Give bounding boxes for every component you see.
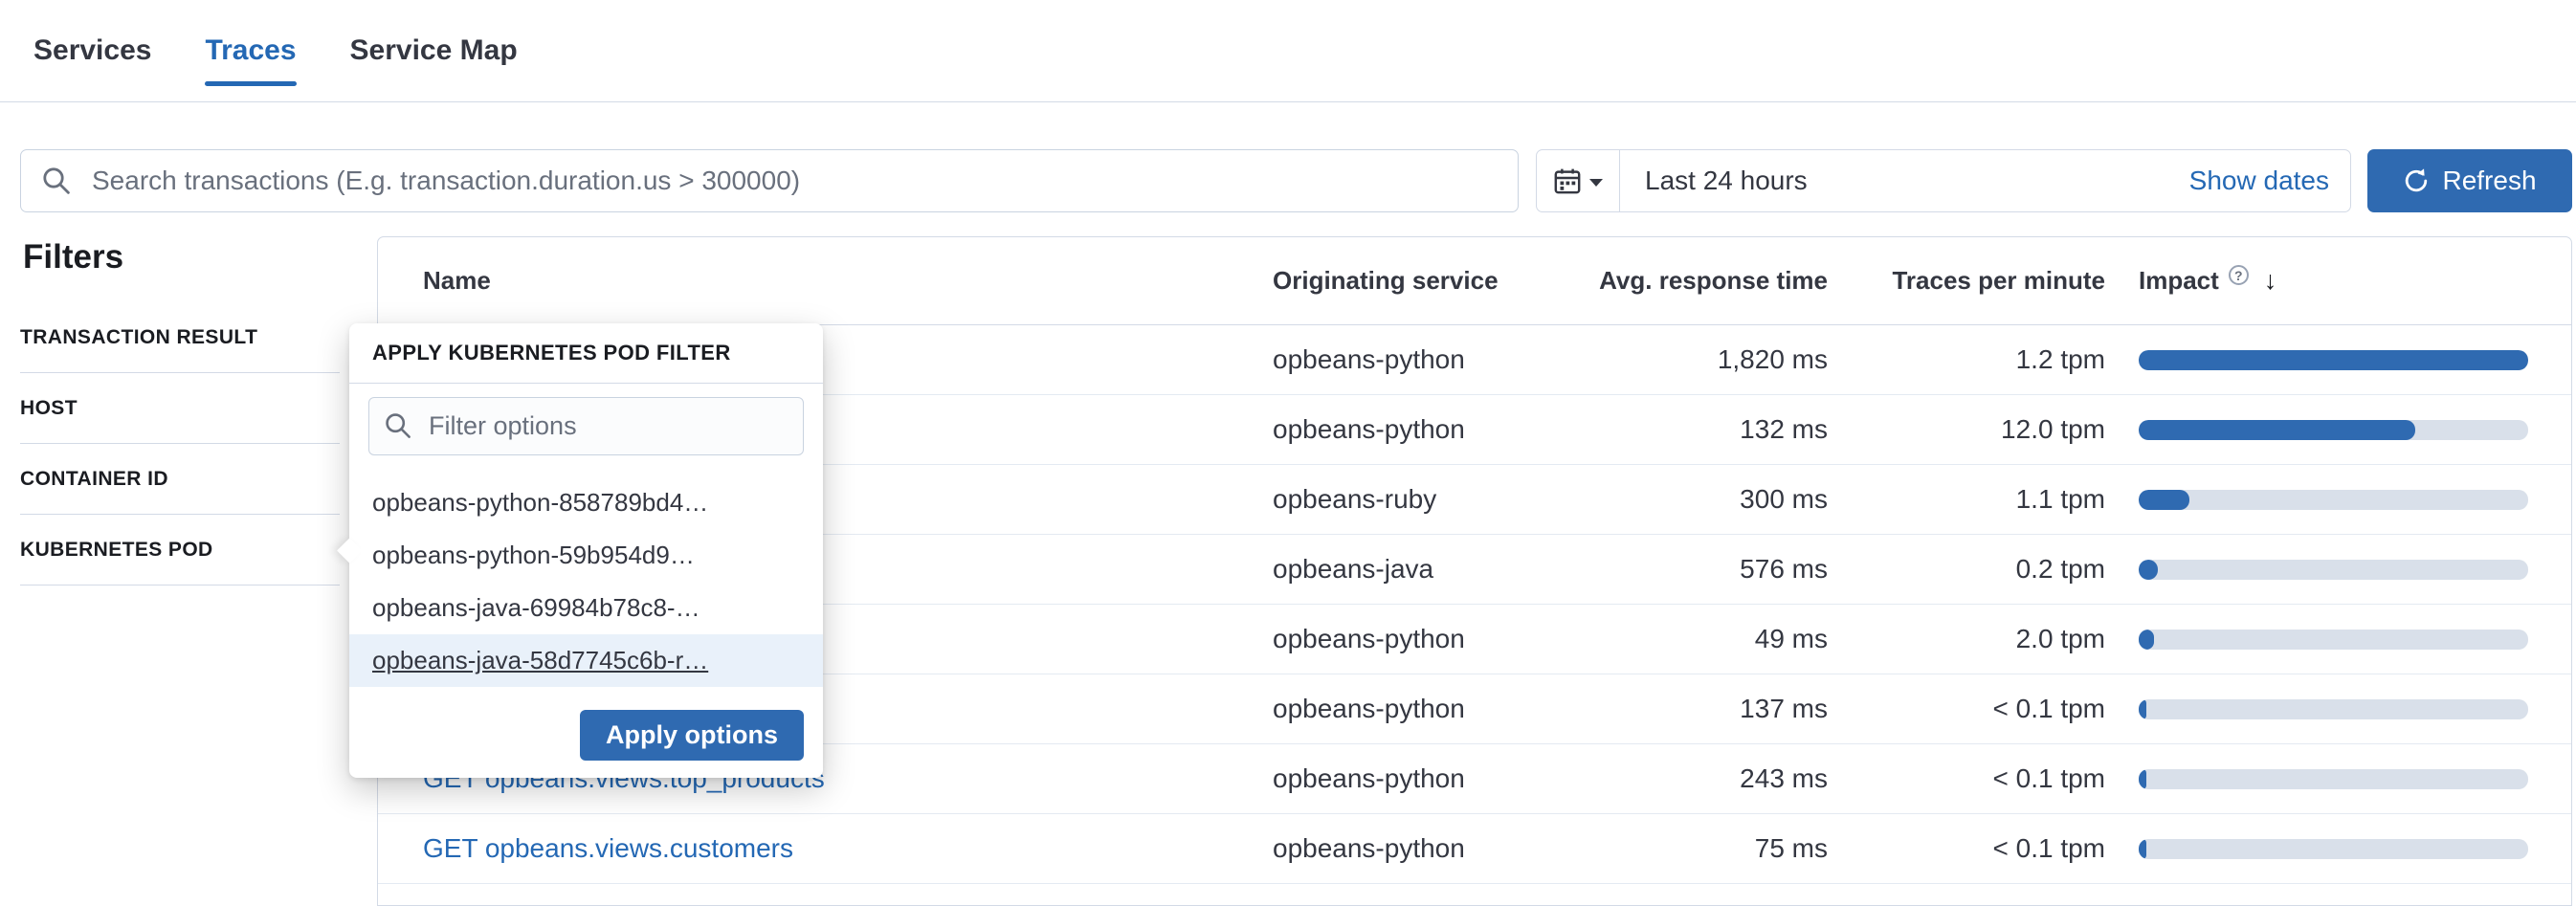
show-dates-link[interactable]: Show dates (2189, 150, 2350, 211)
refresh-button[interactable]: Refresh (2367, 149, 2572, 212)
impact-bar (2139, 560, 2528, 580)
impact-bar (2139, 699, 2528, 719)
apply-options-button[interactable]: Apply options (580, 710, 804, 761)
table-header: Name Originating service Avg. response t… (378, 237, 2571, 325)
filter-host[interactable]: HOST (20, 373, 340, 444)
filters-heading: Filters (23, 238, 123, 276)
impact-bar (2139, 420, 2528, 440)
avg-response-time-cell: 132 ms (1598, 414, 1828, 445)
traces-per-minute-cell: 0.2 tpm (1828, 554, 2105, 585)
originating-service-cell: opbeans-python (1273, 763, 1598, 794)
column-header-name[interactable]: Name (378, 266, 1273, 296)
column-header-traces-per-minute[interactable]: Traces per minute (1828, 266, 2105, 296)
filter-list: TRANSACTION RESULT HOST CONTAINER ID KUB… (20, 302, 340, 586)
transaction-search (20, 149, 1519, 212)
avg-response-time-cell: 75 ms (1598, 833, 1828, 864)
traces-per-minute-cell: 2.0 tpm (1828, 624, 2105, 654)
traces-per-minute-cell: < 0.1 tpm (1828, 833, 2105, 864)
super-date-picker: Last 24 hours Show dates (1536, 149, 2351, 212)
column-header-originating-service[interactable]: Originating service (1273, 266, 1598, 296)
impact-bar (2139, 350, 2528, 370)
tab-service-map[interactable]: Service Map (350, 0, 518, 101)
search-icon (384, 411, 412, 440)
avg-response-time-cell: 576 ms (1598, 554, 1828, 585)
filter-option[interactable]: opbeans-python-858789bd4… (349, 476, 823, 529)
kubernetes-pod-filter-popover: APPLY KUBERNETES POD FILTER opbeans-pyth… (349, 323, 823, 778)
table-row: GET opbeans.views.customers opbeans-pyth… (378, 814, 2571, 884)
tab-services[interactable]: Services (33, 0, 151, 101)
filter-option[interactable]: opbeans-python-59b954d9… (349, 529, 823, 582)
filter-option[interactable]: opbeans-java-69984b78c8-… (349, 582, 823, 634)
avg-response-time-cell: 243 ms (1598, 763, 1828, 794)
originating-service-cell: opbeans-ruby (1273, 484, 1598, 515)
avg-response-time-cell: 1,820 ms (1598, 344, 1828, 375)
avg-response-time-cell: 300 ms (1598, 484, 1828, 515)
traces-per-minute-cell: 1.2 tpm (1828, 344, 2105, 375)
originating-service-cell: opbeans-python (1273, 344, 1598, 375)
sort-descending-icon: ↓ (2264, 266, 2277, 296)
search-input[interactable] (20, 149, 1519, 212)
filter-option[interactable]: opbeans-java-58d7745c6b-r… (349, 634, 823, 687)
avg-response-time-cell: 49 ms (1598, 624, 1828, 654)
originating-service-cell: opbeans-python (1273, 624, 1598, 654)
refresh-icon (2403, 167, 2430, 194)
calendar-dropdown-button[interactable] (1537, 150, 1620, 211)
popover-title: APPLY KUBERNETES POD FILTER (349, 323, 823, 384)
top-navigation: Services Traces Service Map (0, 0, 2576, 102)
tab-traces[interactable]: Traces (205, 0, 296, 101)
impact-bar (2139, 769, 2528, 789)
impact-bar (2139, 490, 2528, 510)
column-header-impact[interactable]: Impact ? ↓ (2105, 266, 2571, 296)
filter-option-list: opbeans-python-858789bd4… opbeans-python… (349, 465, 823, 687)
calendar-icon (1553, 166, 1582, 195)
search-icon (41, 166, 72, 196)
originating-service-cell: opbeans-python (1273, 694, 1598, 724)
filter-transaction-result[interactable]: TRANSACTION RESULT (20, 302, 340, 373)
traces-per-minute-cell: 1.1 tpm (1828, 484, 2105, 515)
traces-per-minute-cell: < 0.1 tpm (1828, 763, 2105, 794)
originating-service-cell: opbeans-python (1273, 833, 1598, 864)
filter-options-input[interactable] (368, 397, 804, 455)
traces-per-minute-cell: < 0.1 tpm (1828, 694, 2105, 724)
impact-bar (2139, 630, 2528, 650)
impact-info-icon[interactable]: ? (2229, 265, 2249, 285)
filter-container-id[interactable]: CONTAINER ID (20, 444, 340, 515)
avg-response-time-cell: 137 ms (1598, 694, 1828, 724)
originating-service-cell: opbeans-java (1273, 554, 1598, 585)
time-range-button[interactable]: Last 24 hours (1620, 150, 2189, 211)
transaction-link[interactable]: GET opbeans.views.customers (423, 833, 793, 863)
originating-service-cell: opbeans-python (1273, 414, 1598, 445)
column-header-avg-response-time[interactable]: Avg. response time (1598, 266, 1828, 296)
chevron-down-icon (1589, 179, 1603, 187)
popover-search (368, 397, 804, 455)
traces-per-minute-cell: 12.0 tpm (1828, 414, 2105, 445)
filter-kubernetes-pod[interactable]: KUBERNETES POD (20, 515, 340, 586)
